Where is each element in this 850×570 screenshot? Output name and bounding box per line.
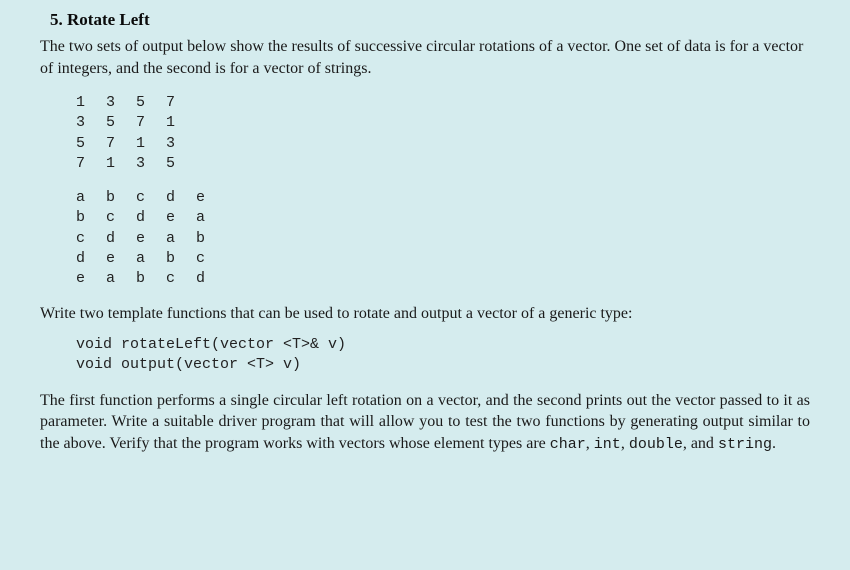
type-int: int xyxy=(594,436,621,453)
output-cell: c xyxy=(76,229,106,249)
output-cell: b xyxy=(196,229,226,249)
output-cell: b xyxy=(136,269,166,289)
output-cell: a xyxy=(106,269,136,289)
int-output-block: 1357357157137135 xyxy=(76,93,810,174)
string-output-block: abcdebcdeacdeabdeabceabcd xyxy=(76,188,810,289)
output-cell: 3 xyxy=(76,113,106,133)
output-cell: d xyxy=(166,188,196,208)
code-line-2: void output(vector <T> v) xyxy=(76,356,301,373)
output-cell: e xyxy=(136,229,166,249)
code-line-1: void rotateLeft(vector <T>& v) xyxy=(76,336,346,353)
code-block: void rotateLeft(vector <T>& v) void outp… xyxy=(76,335,810,376)
output-cell: 1 xyxy=(106,154,136,174)
output-cell: 7 xyxy=(106,134,136,154)
output-cell: b xyxy=(166,249,196,269)
type-double: double xyxy=(629,436,683,453)
output-row: 7135 xyxy=(76,154,810,174)
output-cell: 5 xyxy=(106,113,136,133)
output-row: 3571 xyxy=(76,113,810,133)
output-cell: a xyxy=(196,208,226,228)
output-row: cdeab xyxy=(76,229,810,249)
output-cell: b xyxy=(76,208,106,228)
output-row: bcdea xyxy=(76,208,810,228)
output-cell: 1 xyxy=(136,134,166,154)
period: . xyxy=(772,435,776,452)
mid-paragraph: Write two template functions that can be… xyxy=(40,303,810,325)
output-cell: a xyxy=(136,249,166,269)
output-cell: c xyxy=(196,249,226,269)
output-cell: c xyxy=(136,188,166,208)
comma-2: , xyxy=(621,435,629,452)
comma-3: , and xyxy=(683,435,718,452)
output-cell: b xyxy=(106,188,136,208)
output-cell: 3 xyxy=(136,154,166,174)
output-cell: 5 xyxy=(136,93,166,113)
output-row: eabcd xyxy=(76,269,810,289)
output-cell: 3 xyxy=(106,93,136,113)
output-cell: d xyxy=(76,249,106,269)
comma-1: , xyxy=(586,435,594,452)
output-cell: c xyxy=(166,269,196,289)
type-char: char xyxy=(550,436,586,453)
type-string: string xyxy=(718,436,772,453)
output-row: 5713 xyxy=(76,134,810,154)
output-cell: 1 xyxy=(166,113,196,133)
output-cell: 7 xyxy=(136,113,166,133)
output-cell: 7 xyxy=(166,93,196,113)
output-cell: e xyxy=(106,249,136,269)
output-row: abcde xyxy=(76,188,810,208)
exercise-page: 5. Rotate Left The two sets of output be… xyxy=(0,0,850,475)
output-cell: a xyxy=(76,188,106,208)
output-cell: c xyxy=(106,208,136,228)
output-cell: e xyxy=(196,188,226,208)
output-cell: a xyxy=(166,229,196,249)
output-cell: 7 xyxy=(76,154,106,174)
output-cell: e xyxy=(166,208,196,228)
output-cell: d xyxy=(106,229,136,249)
output-cell: d xyxy=(196,269,226,289)
intro-paragraph: The two sets of output below show the re… xyxy=(40,36,810,79)
closing-paragraph: The first function performs a single cir… xyxy=(40,390,810,455)
output-cell: d xyxy=(136,208,166,228)
output-cell: e xyxy=(76,269,106,289)
problem-heading: 5. Rotate Left xyxy=(50,10,810,30)
output-cell: 1 xyxy=(76,93,106,113)
output-row: 1357 xyxy=(76,93,810,113)
output-cell: 3 xyxy=(166,134,196,154)
output-cell: 5 xyxy=(76,134,106,154)
output-row: deabc xyxy=(76,249,810,269)
output-cell: 5 xyxy=(166,154,196,174)
